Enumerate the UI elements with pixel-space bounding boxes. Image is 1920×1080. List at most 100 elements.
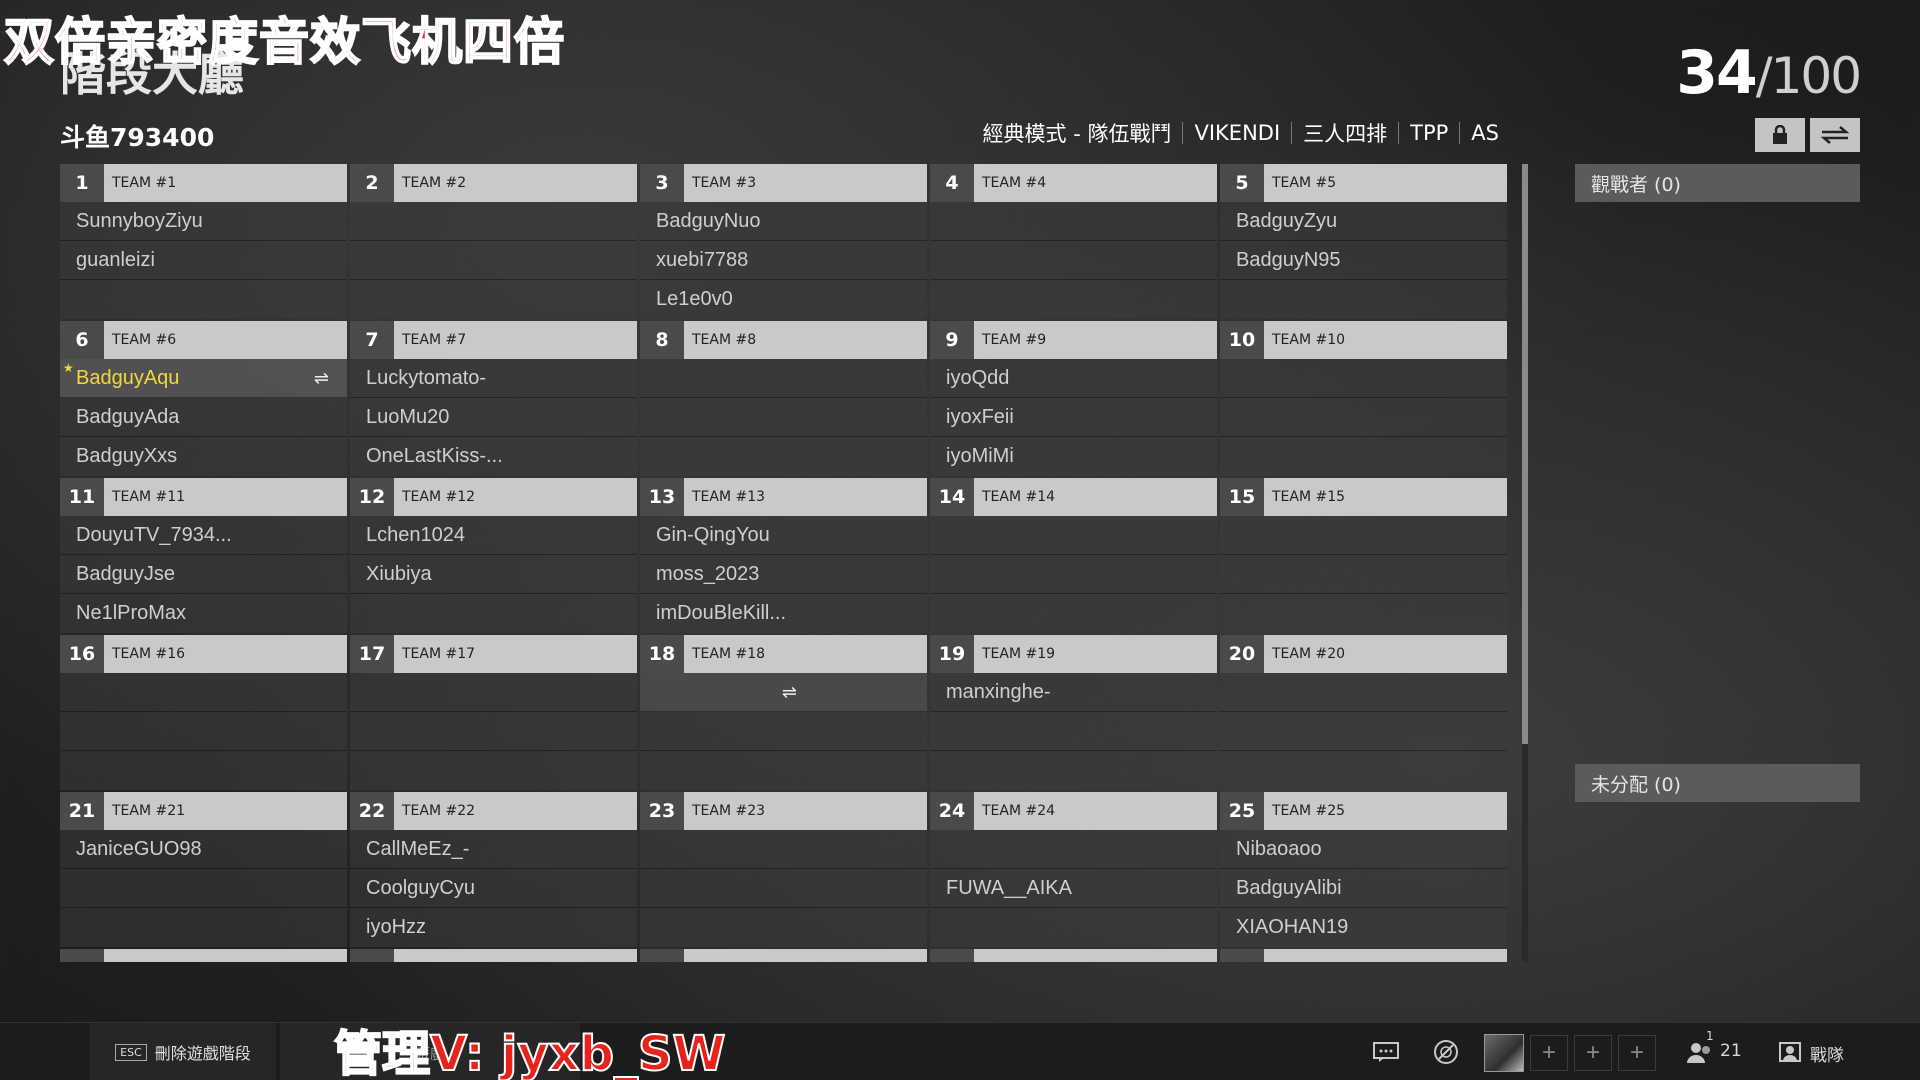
player-slot[interactable]: [60, 869, 347, 908]
team-header[interactable]: 21 TEAM #21: [60, 792, 347, 830]
player-slot[interactable]: [930, 830, 1217, 869]
player-slot[interactable]: XIAOHAN19: [1220, 908, 1507, 947]
player-slot[interactable]: [1220, 673, 1507, 712]
team-header[interactable]: 1 TEAM #1: [60, 164, 347, 202]
team-header[interactable]: 9 TEAM #9: [930, 321, 1217, 359]
player-slot[interactable]: [1220, 280, 1507, 319]
team-header[interactable]: 10 TEAM #10: [1220, 321, 1507, 359]
player-slot[interactable]: [640, 398, 927, 437]
player-slot[interactable]: iyoHzz: [350, 908, 637, 947]
player-slot[interactable]: LuoMu20: [350, 398, 637, 437]
unassigned-header[interactable]: 未分配 (0): [1575, 764, 1860, 802]
player-slot[interactable]: JaniceGUO98: [60, 830, 347, 869]
player-slot[interactable]: CoolguyCyu: [350, 869, 637, 908]
player-slot[interactable]: [640, 830, 927, 869]
player-slot[interactable]: [350, 594, 637, 633]
clan-button[interactable]: [1772, 1035, 1808, 1069]
player-slot[interactable]: Lchen1024: [350, 516, 637, 555]
player-slot[interactable]: imDouBleKill...: [640, 594, 927, 633]
player-slot[interactable]: [1220, 712, 1507, 751]
player-slot[interactable]: [930, 751, 1217, 790]
player-slot[interactable]: [1220, 594, 1507, 633]
team-header[interactable]: 24 TEAM #24: [930, 792, 1217, 830]
team-header[interactable]: 12 TEAM #12: [350, 478, 637, 516]
team-header[interactable]: 5 TEAM #5: [1220, 164, 1507, 202]
player-slot[interactable]: manxinghe-: [930, 673, 1217, 712]
player-slot[interactable]: BadguyAqu ★ ⇌: [60, 359, 347, 398]
team-header[interactable]: [60, 949, 347, 962]
team-header[interactable]: 13 TEAM #13: [640, 478, 927, 516]
player-slot[interactable]: [350, 202, 637, 241]
player-slot[interactable]: ⇌: [640, 673, 927, 712]
player-slot[interactable]: DouyuTV_7934...: [60, 516, 347, 555]
settings-button[interactable]: [1428, 1035, 1464, 1069]
player-slot[interactable]: Nibaoaoo: [1220, 830, 1507, 869]
player-slot[interactable]: [60, 751, 347, 790]
player-slot[interactable]: [640, 437, 927, 476]
player-slot[interactable]: Le1e0v0: [640, 280, 927, 319]
player-slot[interactable]: [640, 869, 927, 908]
player-slot[interactable]: [350, 712, 637, 751]
team-header[interactable]: 19 TEAM #19: [930, 635, 1217, 673]
player-slot[interactable]: CallMeEz_-: [350, 830, 637, 869]
player-slot[interactable]: BadguyAda: [60, 398, 347, 437]
player-slot[interactable]: [350, 673, 637, 712]
team-header[interactable]: 8 TEAM #8: [640, 321, 927, 359]
team-header[interactable]: 11 TEAM #11: [60, 478, 347, 516]
scrollbar-thumb[interactable]: [1522, 164, 1528, 744]
lock-button[interactable]: [1755, 118, 1805, 152]
player-slot[interactable]: [60, 673, 347, 712]
team-header[interactable]: 15 TEAM #15: [1220, 478, 1507, 516]
team-header[interactable]: 4 TEAM #4: [930, 164, 1217, 202]
team-header[interactable]: 18 TEAM #18: [640, 635, 927, 673]
player-slot[interactable]: iyoQdd: [930, 359, 1217, 398]
player-slot[interactable]: Xiubiya: [350, 555, 637, 594]
spectators-header[interactable]: 觀戰者 (0): [1575, 164, 1860, 202]
player-slot[interactable]: BadguyZyu: [1220, 202, 1507, 241]
player-slot[interactable]: [1220, 555, 1507, 594]
team-header[interactable]: 16 TEAM #16: [60, 635, 347, 673]
avatar[interactable]: [1484, 1034, 1524, 1072]
team-header[interactable]: [350, 949, 637, 962]
player-slot[interactable]: [1220, 516, 1507, 555]
team-header[interactable]: 2 TEAM #2: [350, 164, 637, 202]
player-slot[interactable]: [930, 555, 1217, 594]
player-slot[interactable]: [640, 712, 927, 751]
chat-button[interactable]: [1368, 1035, 1404, 1069]
player-slot[interactable]: guanleizi: [60, 241, 347, 280]
player-slot[interactable]: BadguyAlibi: [1220, 869, 1507, 908]
team-header[interactable]: [640, 949, 927, 962]
player-slot[interactable]: BadguyNuo: [640, 202, 927, 241]
player-slot[interactable]: Ne1lProMax: [60, 594, 347, 633]
player-slot[interactable]: [930, 241, 1217, 280]
team-header[interactable]: 3 TEAM #3: [640, 164, 927, 202]
player-slot[interactable]: [1220, 359, 1507, 398]
player-slot[interactable]: BadguyN95: [1220, 241, 1507, 280]
player-slot[interactable]: [350, 751, 637, 790]
player-slot[interactable]: OneLastKiss-...: [350, 437, 637, 476]
player-slot[interactable]: moss_2023: [640, 555, 927, 594]
swap-icon[interactable]: ⇌: [314, 368, 329, 389]
team-header[interactable]: 14 TEAM #14: [930, 478, 1217, 516]
player-slot[interactable]: [930, 202, 1217, 241]
player-slot[interactable]: FUWA__AIKA: [930, 869, 1217, 908]
player-slot[interactable]: [60, 712, 347, 751]
player-slot[interactable]: [350, 241, 637, 280]
player-slot[interactable]: BadguyJse: [60, 555, 347, 594]
team-header[interactable]: 20 TEAM #20: [1220, 635, 1507, 673]
player-slot[interactable]: [930, 594, 1217, 633]
team-header[interactable]: [1220, 949, 1507, 962]
team-header[interactable]: 23 TEAM #23: [640, 792, 927, 830]
player-slot[interactable]: SunnyboyZiyu: [60, 202, 347, 241]
player-slot[interactable]: [930, 516, 1217, 555]
invite-slot-2[interactable]: +: [1574, 1035, 1612, 1071]
player-slot[interactable]: Luckytomato-: [350, 359, 637, 398]
player-slot[interactable]: [640, 751, 927, 790]
player-slot[interactable]: [60, 908, 347, 947]
team-header[interactable]: 7 TEAM #7: [350, 321, 637, 359]
player-slot[interactable]: [1220, 398, 1507, 437]
delete-session-button[interactable]: ESC 刪除遊戲階段: [90, 1023, 276, 1080]
team-header[interactable]: 6 TEAM #6: [60, 321, 347, 359]
player-slot[interactable]: [640, 359, 927, 398]
player-slot[interactable]: [350, 280, 637, 319]
